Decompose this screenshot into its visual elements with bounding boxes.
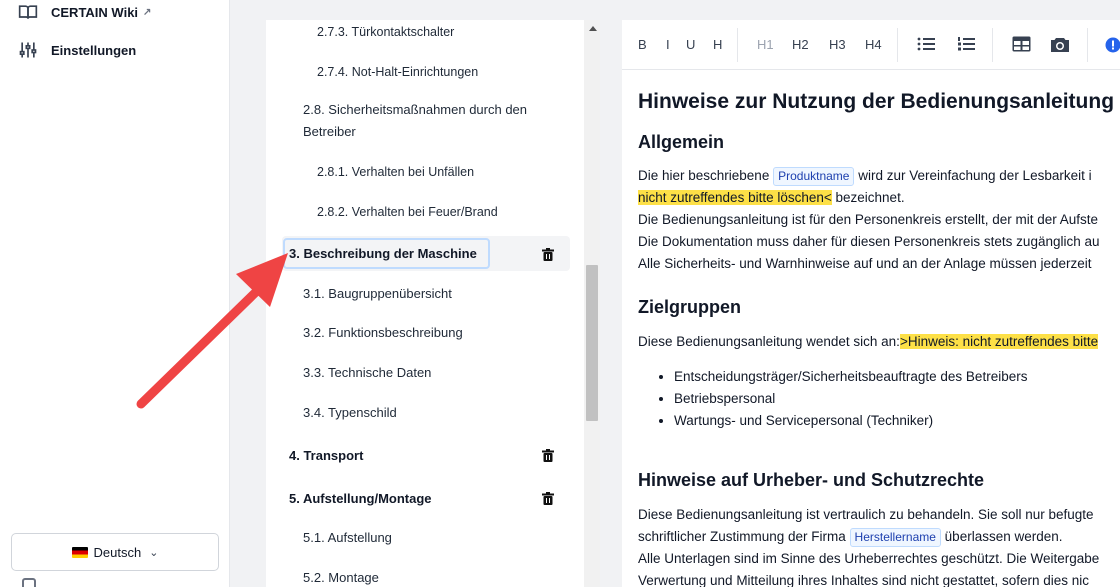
text: überlassen werden. <box>940 529 1063 544</box>
h3-button[interactable]: H3 <box>829 37 846 52</box>
toolbar-divider <box>992 28 993 62</box>
bullet-list-icon[interactable] <box>917 36 935 52</box>
text: Diese Bedienungsanleitung wendet sich an… <box>638 334 900 349</box>
h2-button[interactable]: H2 <box>792 37 809 52</box>
scrollbar-thumb[interactable] <box>586 265 598 421</box>
underline-button[interactable]: U <box>686 37 695 52</box>
toc-item[interactable]: Betreiber <box>303 121 356 143</box>
camera-icon[interactable] <box>1050 36 1070 53</box>
paragraph: Diese Bedienungsanleitung ist vertraulic… <box>638 507 1094 522</box>
german-flag-icon <box>71 546 88 558</box>
toc-item[interactable]: 3.1. Baugruppenübersicht <box>303 283 452 305</box>
sidebar-item-settings-label: Einstellungen <box>51 42 137 58</box>
scroll-up-arrow-icon[interactable] <box>589 26 597 31</box>
toc-item[interactable]: 2.7.3. Türkontaktschalter <box>317 21 454 43</box>
list-item: Betriebspersonal <box>674 388 1027 410</box>
paragraph: Alle Sicherheits- und Warnhinweise auf u… <box>638 256 1092 271</box>
placeholder-tag[interactable]: Produktname <box>773 167 855 186</box>
numbered-list-icon[interactable] <box>957 36 975 52</box>
toc-item[interactable]: 3.3. Technische Daten <box>303 362 431 384</box>
toc-item[interactable]: 2.7.4. Not-Halt-Einrichtungen <box>317 61 478 83</box>
toc-item-active[interactable]: 3. Beschreibung der Maschine <box>289 243 477 265</box>
table-of-contents: 2.7.3. Türkontaktschalter 2.7.4. Not-Hal… <box>266 20 584 587</box>
paragraph: Die Bedienungsanleitung ist für den Pers… <box>638 212 1099 227</box>
toc-item[interactable]: 2.8.1. Verhalten bei Unfällen <box>317 161 474 183</box>
placeholder-tag[interactable]: Herstellername <box>849 528 941 547</box>
info-icon[interactable] <box>1105 37 1120 53</box>
language-label: Deutsch <box>93 544 142 560</box>
italic-button[interactable]: I <box>666 37 670 52</box>
editor-toolbar: B I U H H1 H2 H3 H4 <box>622 20 1120 70</box>
sidebar-item-settings[interactable]: Einstellungen <box>18 40 136 60</box>
paragraph: schriftlicher Zustimmung der Firma Herst… <box>638 526 1063 548</box>
toolbar-divider <box>897 28 898 62</box>
text: wird zur Vereinfachung der Lesbarkeit i <box>854 168 1092 183</box>
toolbar-divider <box>1087 28 1088 62</box>
editor: B I U H H1 H2 H3 H4 Hinweise zur Nutzung… <box>622 20 1120 587</box>
section-heading: Allgemein <box>638 132 725 152</box>
toc-item[interactable]: 5. Aufstellung/Montage <box>289 488 432 510</box>
paragraph: Diese Bedienungsanleitung wendet sich an… <box>638 331 1099 353</box>
bullet-list: Entscheidungsträger/Sicherheitsbeauftrag… <box>658 366 1027 432</box>
user-icon[interactable] <box>22 578 36 587</box>
toc-item[interactable]: 3.4. Typenschild <box>303 402 397 424</box>
chevron-down-icon: ⌄ <box>149 546 159 559</box>
text: schriftlicher Zustimmung der Firma <box>638 529 850 544</box>
book-icon <box>18 5 38 19</box>
language-select[interactable]: Deutsch ⌄ <box>11 533 219 571</box>
heading-button[interactable]: H <box>713 37 722 52</box>
toc-item[interactable]: 5.1. Aufstellung <box>303 527 392 549</box>
paragraph: Die hier beschriebene Produktname wird z… <box>638 165 1092 187</box>
h4-button[interactable]: H4 <box>865 37 882 52</box>
list-item: Wartungs- und Servicepersonal (Techniker… <box>674 410 1027 432</box>
trash-icon[interactable] <box>542 492 554 505</box>
toc-item[interactable]: 5.2. Montage <box>303 567 379 587</box>
paragraph: Verwertung und Mitteilung ihres Inhaltes… <box>638 573 1090 587</box>
bold-button[interactable]: B <box>638 37 647 52</box>
toolbar-divider <box>737 28 738 62</box>
paragraph: Alle Unterlagen sind im Sinne des Urhebe… <box>638 551 1100 566</box>
trash-icon[interactable] <box>542 449 554 462</box>
document-title: Hinweise zur Nutzung der Bedienungsanlei… <box>638 90 1115 113</box>
table-icon[interactable] <box>1012 36 1031 52</box>
sidebar: CERTAIN Wiki ↗ Einstellungen Deutsch ⌄ <box>0 0 230 587</box>
highlighted-text: nicht zutreffendes bitte löschen< <box>638 190 832 205</box>
section-heading: Hinweise auf Urheber- und Schutzrechte <box>638 470 985 490</box>
toc-item[interactable]: 4. Transport <box>289 445 363 467</box>
trash-icon[interactable] <box>542 248 554 261</box>
highlighted-text: >Hinweis: nicht zutreffendes bitte <box>899 334 1099 349</box>
paragraph: Die Dokumentation muss daher für diesen … <box>638 234 1100 249</box>
sidebar-item-wiki-label: CERTAIN Wiki <box>51 4 139 20</box>
sliders-icon <box>19 42 37 58</box>
sidebar-item-wiki[interactable]: CERTAIN Wiki ↗ <box>18 2 151 22</box>
section-heading: Zielgruppen <box>638 297 741 317</box>
toc-item[interactable]: 2.8.2. Verhalten bei Feuer/Brand <box>317 201 498 223</box>
toc-item[interactable]: 2.8. Sicherheitsmaßnahmen durch den <box>303 99 527 121</box>
toc-item[interactable]: 3.2. Funktionsbeschreibung <box>303 322 463 344</box>
list-item: Entscheidungsträger/Sicherheitsbeauftrag… <box>674 366 1027 388</box>
h1-button[interactable]: H1 <box>757 37 774 52</box>
text: bezeichnet. <box>831 190 905 205</box>
external-link-icon: ↗ <box>143 6 152 18</box>
paragraph: nicht zutreffendes bitte löschen< bezeic… <box>638 187 905 209</box>
text: Die hier beschriebene <box>638 168 774 183</box>
